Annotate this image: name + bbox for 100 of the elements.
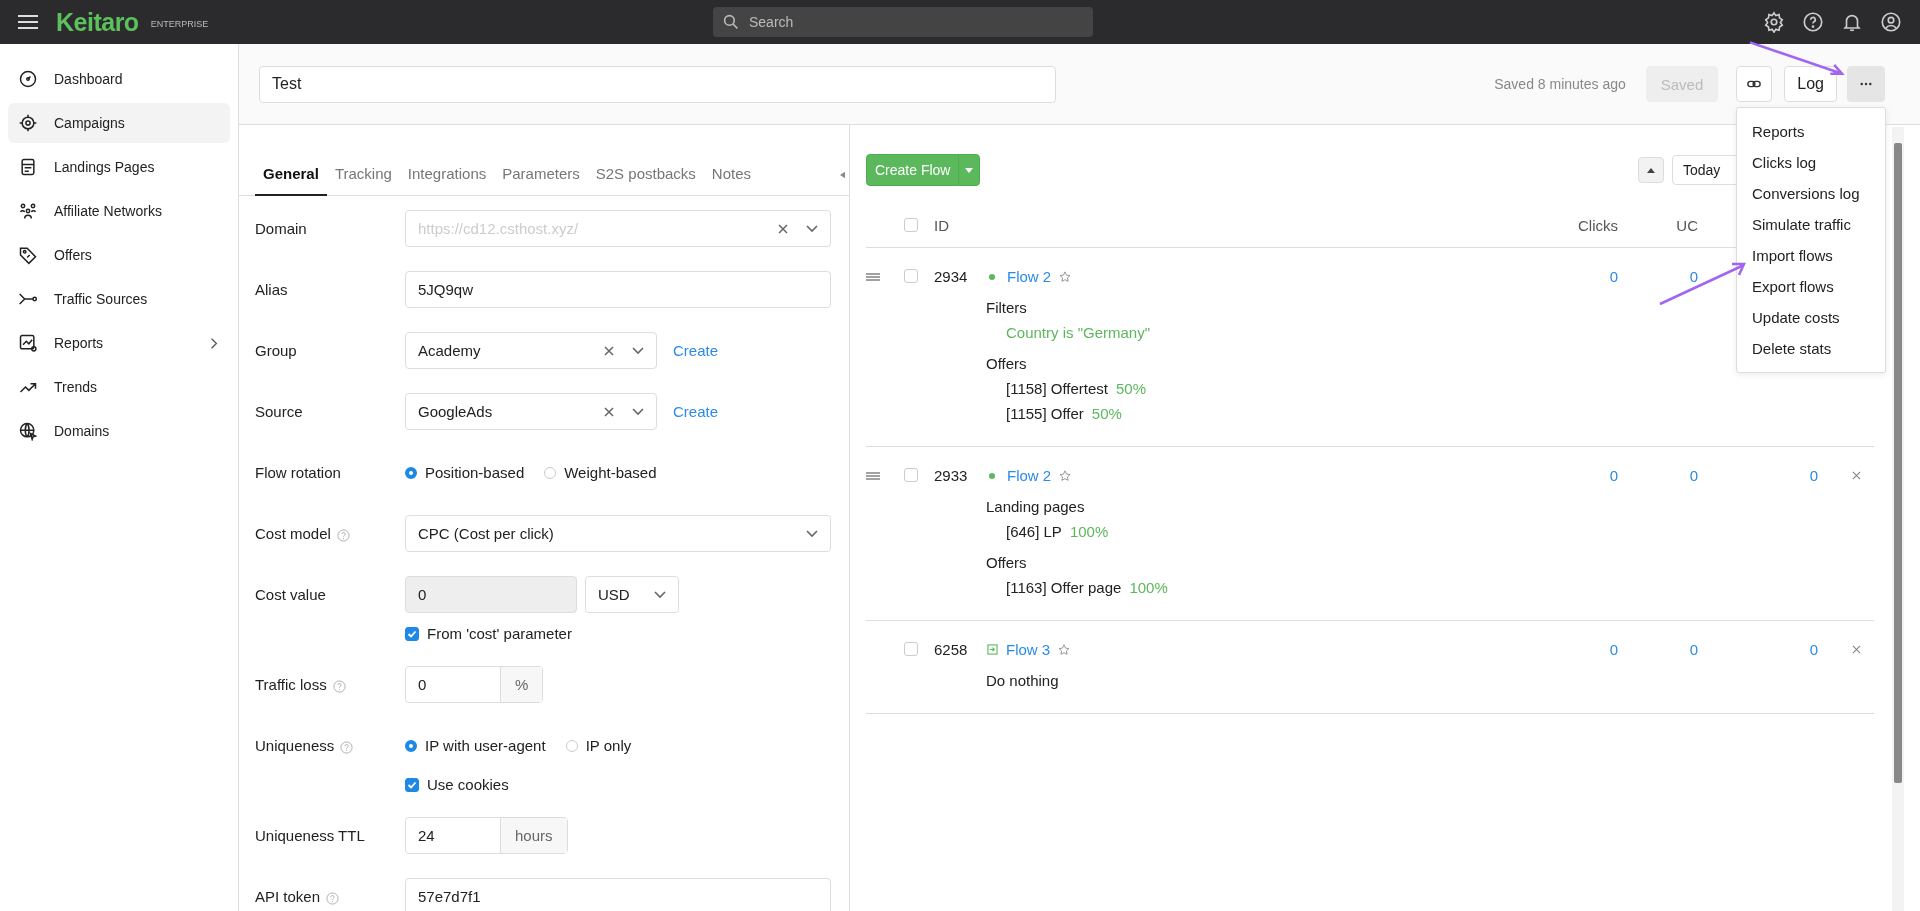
- menu-item[interactable]: Clicks log: [1737, 147, 1885, 178]
- clear-icon[interactable]: [778, 223, 788, 234]
- field-label: Alias: [255, 281, 288, 298]
- star-icon[interactable]: [1058, 643, 1071, 656]
- target-name: [1163] Offer page: [1006, 578, 1122, 598]
- edition-label: ENTERPRISE: [150, 19, 209, 29]
- stat-value[interactable]: 0: [1718, 637, 1838, 662]
- menu-icon[interactable]: [18, 15, 38, 29]
- menu-item[interactable]: Import flows: [1737, 240, 1885, 271]
- menu-item[interactable]: Conversions log: [1737, 178, 1885, 209]
- tab[interactable]: Tracking: [326, 165, 400, 196]
- tab[interactable]: S2S postbacks: [587, 165, 704, 196]
- star-icon[interactable]: [1059, 270, 1072, 283]
- stat-value[interactable]: 0: [1718, 463, 1838, 488]
- target-name: [646] LP: [1006, 522, 1062, 542]
- radio-option[interactable]: Position-based: [405, 464, 525, 481]
- target-name: [1155] Offer: [1006, 404, 1084, 424]
- menu-item[interactable]: Export flows: [1737, 271, 1885, 302]
- sidebar-item[interactable]: Landings Pages: [8, 147, 230, 187]
- flow-id: 2933: [933, 466, 969, 486]
- column-header[interactable]: UC: [1638, 216, 1718, 234]
- sidebar-item[interactable]: Offers: [8, 235, 230, 275]
- search-field[interactable]: Search: [713, 7, 1093, 37]
- caret-left-icon[interactable]: [840, 171, 845, 179]
- tab[interactable]: Integrations: [399, 165, 495, 196]
- delete-icon[interactable]: [1851, 471, 1861, 480]
- collapse-button[interactable]: [1638, 157, 1664, 183]
- stat-value[interactable]: 0: [1538, 264, 1638, 289]
- flow-id: 2934: [933, 267, 969, 287]
- create-link[interactable]: Create: [673, 403, 719, 420]
- tab[interactable]: Notes: [703, 165, 759, 196]
- account-icon[interactable]: [1880, 11, 1902, 33]
- sidebar-item-icon: [18, 201, 38, 221]
- share-value: 50%: [1091, 404, 1122, 424]
- tab[interactable]: General: [255, 165, 327, 196]
- more-icon: [1860, 82, 1872, 86]
- stat-value[interactable]: 0: [1638, 463, 1718, 488]
- select-field[interactable]: Academy: [405, 332, 657, 369]
- stat-value[interactable]: 0: [1538, 463, 1638, 488]
- sidebar-item[interactable]: Dashboard: [8, 59, 230, 99]
- radio-option[interactable]: IP only: [565, 737, 632, 754]
- clear-icon[interactable]: [604, 345, 614, 356]
- field-label: Source: [255, 403, 303, 420]
- flow-link[interactable]: Flow 3: [1006, 637, 1051, 662]
- section-title: Do nothing: [986, 671, 1060, 691]
- create-link[interactable]: Create: [673, 342, 719, 359]
- logo[interactable]: Keitaro: [56, 7, 139, 37]
- radio-option[interactable]: IP with user-agent: [405, 737, 546, 754]
- menu-item[interactable]: Simulate traffic: [1737, 209, 1885, 240]
- stat-value[interactable]: 0: [1638, 637, 1718, 662]
- select-all-checkbox[interactable]: [904, 218, 918, 232]
- stat-value[interactable]: 0: [1638, 264, 1718, 289]
- sidebar-item[interactable]: Traffic Sources: [8, 279, 230, 319]
- drag-handle-icon[interactable]: [866, 272, 880, 281]
- text-field[interactable]: 5JQ9qw: [405, 271, 831, 308]
- sidebar-item-icon: [18, 69, 38, 89]
- tab[interactable]: Parameters: [494, 165, 588, 196]
- share-value: 100%: [1069, 522, 1109, 542]
- sidebar-item[interactable]: Trends: [8, 367, 230, 407]
- row-checkbox[interactable]: [904, 642, 918, 656]
- flow-link[interactable]: Flow 2: [1007, 264, 1052, 289]
- radio-option[interactable]: Weight-based: [544, 464, 657, 481]
- stat-value[interactable]: 0: [1538, 637, 1638, 662]
- select-field[interactable]: GoogleAds: [405, 393, 657, 430]
- menu-item[interactable]: Reports: [1737, 116, 1885, 147]
- drag-handle-icon[interactable]: [866, 471, 880, 480]
- flow-id: 6258: [933, 640, 969, 660]
- sidebar-item[interactable]: Affiliate Networks: [8, 191, 230, 231]
- checkbox-option[interactable]: Use cookies: [405, 776, 833, 793]
- help-icon[interactable]: [1802, 11, 1824, 33]
- select-field[interactable]: CPC (Cost per click): [405, 515, 831, 552]
- star-icon[interactable]: [1059, 469, 1072, 482]
- text-field[interactable]: 57e7d7f1: [405, 878, 831, 911]
- scrollbar[interactable]: [1892, 127, 1904, 911]
- link-button[interactable]: [1736, 66, 1773, 102]
- settings-icon[interactable]: [1763, 11, 1785, 33]
- menu-item[interactable]: Update costs: [1737, 302, 1885, 333]
- column-header[interactable]: ID: [926, 216, 986, 234]
- field-label: Flow rotation: [255, 464, 341, 481]
- column-header[interactable]: Clicks: [1538, 216, 1638, 234]
- sidebar-item[interactable]: Campaigns: [8, 103, 230, 143]
- chevron-down-icon: [632, 407, 644, 416]
- row-checkbox[interactable]: [904, 269, 918, 283]
- menu-item[interactable]: Delete stats: [1737, 333, 1885, 364]
- field-label: Uniqueness TTL: [255, 827, 365, 844]
- search-icon: [723, 14, 739, 30]
- chevron-down-icon: [632, 346, 644, 355]
- section-title: Filters: [986, 298, 1028, 318]
- sidebar-item[interactable]: Reports: [8, 323, 230, 363]
- section-title: Landing pages: [986, 497, 1086, 517]
- campaign-name-field[interactable]: Test: [259, 65, 1056, 103]
- number-field[interactable]: 24 hours: [405, 817, 568, 854]
- chevron-down-icon: [654, 590, 666, 599]
- flow-link[interactable]: Flow 2: [1007, 463, 1052, 488]
- delete-icon[interactable]: [1851, 645, 1861, 654]
- sidebar-item[interactable]: Domains: [8, 411, 230, 451]
- number-field[interactable]: 0 %: [405, 666, 544, 703]
- clear-icon[interactable]: [604, 406, 614, 417]
- row-checkbox[interactable]: [904, 468, 918, 482]
- log-button[interactable]: Log: [1784, 66, 1837, 102]
